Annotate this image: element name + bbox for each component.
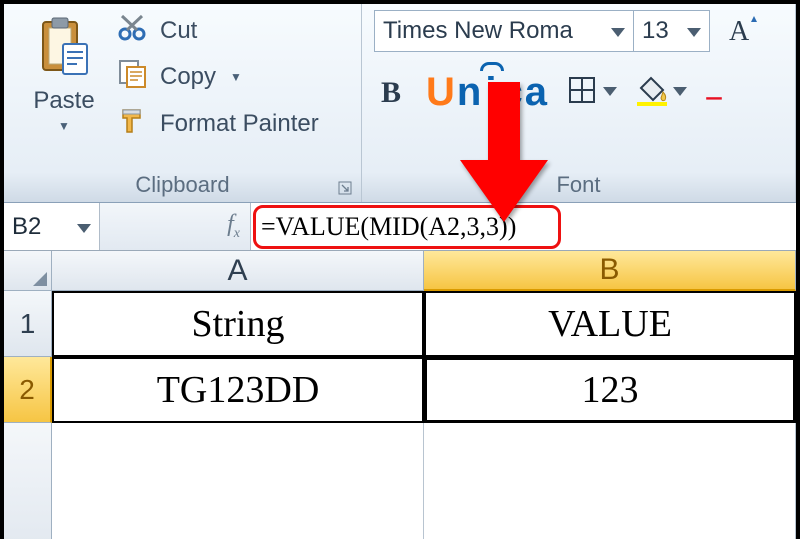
- cell-B2[interactable]: 123: [424, 357, 796, 423]
- chevron-down-icon: [687, 17, 701, 45]
- name-box-value: B2: [12, 213, 41, 241]
- column-header-B[interactable]: B: [424, 251, 796, 291]
- font-group-title: Font: [362, 172, 795, 198]
- cell-blank-A[interactable]: [52, 423, 424, 539]
- copy-dropdown-icon[interactable]: ▼: [230, 70, 242, 84]
- fx-button[interactable]: fx: [100, 203, 250, 250]
- cell-B1[interactable]: VALUE: [424, 291, 796, 357]
- font-color-icon: [705, 74, 723, 111]
- cut-label: Cut: [160, 17, 197, 45]
- font-color-button[interactable]: [705, 74, 723, 111]
- name-box[interactable]: B2: [4, 203, 100, 250]
- paste-dropdown-icon[interactable]: ▼: [58, 119, 70, 133]
- chevron-down-icon: [673, 84, 687, 102]
- chevron-down-icon: [603, 84, 617, 102]
- font-size-value: 13: [642, 17, 669, 45]
- format-painter-label: Format Painter: [160, 110, 319, 138]
- borders-icon: [567, 75, 597, 110]
- row-header-2[interactable]: 2: [4, 357, 52, 423]
- increase-font-button[interactable]: A: [724, 10, 762, 52]
- cell-A1[interactable]: String: [52, 291, 424, 357]
- cell-A2[interactable]: TG123DD: [52, 357, 424, 423]
- font-name-value: Times New Roma: [383, 17, 573, 45]
- chevron-down-icon: [77, 213, 91, 241]
- column-header-A[interactable]: A: [52, 251, 424, 291]
- svg-text:A: A: [729, 16, 750, 47]
- font-name-combo[interactable]: Times New Roma: [374, 10, 634, 52]
- red-arrow-annotation: [460, 82, 548, 227]
- brush-icon: [118, 106, 148, 141]
- clipboard-group: Paste ▼ Cut: [4, 4, 362, 202]
- copy-icon: [118, 59, 148, 94]
- font-group: Times New Roma 13 A B Unica: [362, 4, 796, 202]
- format-painter-button[interactable]: Format Painter: [118, 106, 319, 141]
- spreadsheet-grid: A B 1 String VALUE 2 TG123DD 123: [4, 251, 796, 539]
- clipboard-dialog-launcher[interactable]: [335, 178, 355, 198]
- formula-bar: B2 fx =VALUE(MID(A2,3,3)): [4, 203, 796, 251]
- copy-button[interactable]: Copy ▼: [118, 59, 319, 94]
- copy-label: Copy: [160, 63, 216, 91]
- row-header-1[interactable]: 1: [4, 291, 52, 357]
- cut-button[interactable]: Cut: [118, 14, 319, 47]
- borders-button[interactable]: [567, 75, 617, 110]
- paste-button[interactable]: Paste ▼: [16, 10, 112, 174]
- fill-color-button[interactable]: [635, 74, 687, 111]
- bold-button[interactable]: B: [374, 73, 408, 113]
- fx-icon: fx: [227, 211, 240, 242]
- font-size-combo[interactable]: 13: [634, 10, 710, 52]
- scissors-icon: [118, 14, 148, 47]
- clipboard-group-title: Clipboard: [4, 172, 361, 198]
- row-header-blank[interactable]: [4, 423, 52, 539]
- paste-label: Paste: [33, 87, 94, 115]
- select-all-corner[interactable]: [4, 251, 52, 291]
- paste-icon: [37, 14, 91, 83]
- chevron-down-icon: [611, 17, 625, 45]
- cell-blank-B[interactable]: [424, 423, 796, 539]
- paint-bucket-icon: [635, 74, 669, 111]
